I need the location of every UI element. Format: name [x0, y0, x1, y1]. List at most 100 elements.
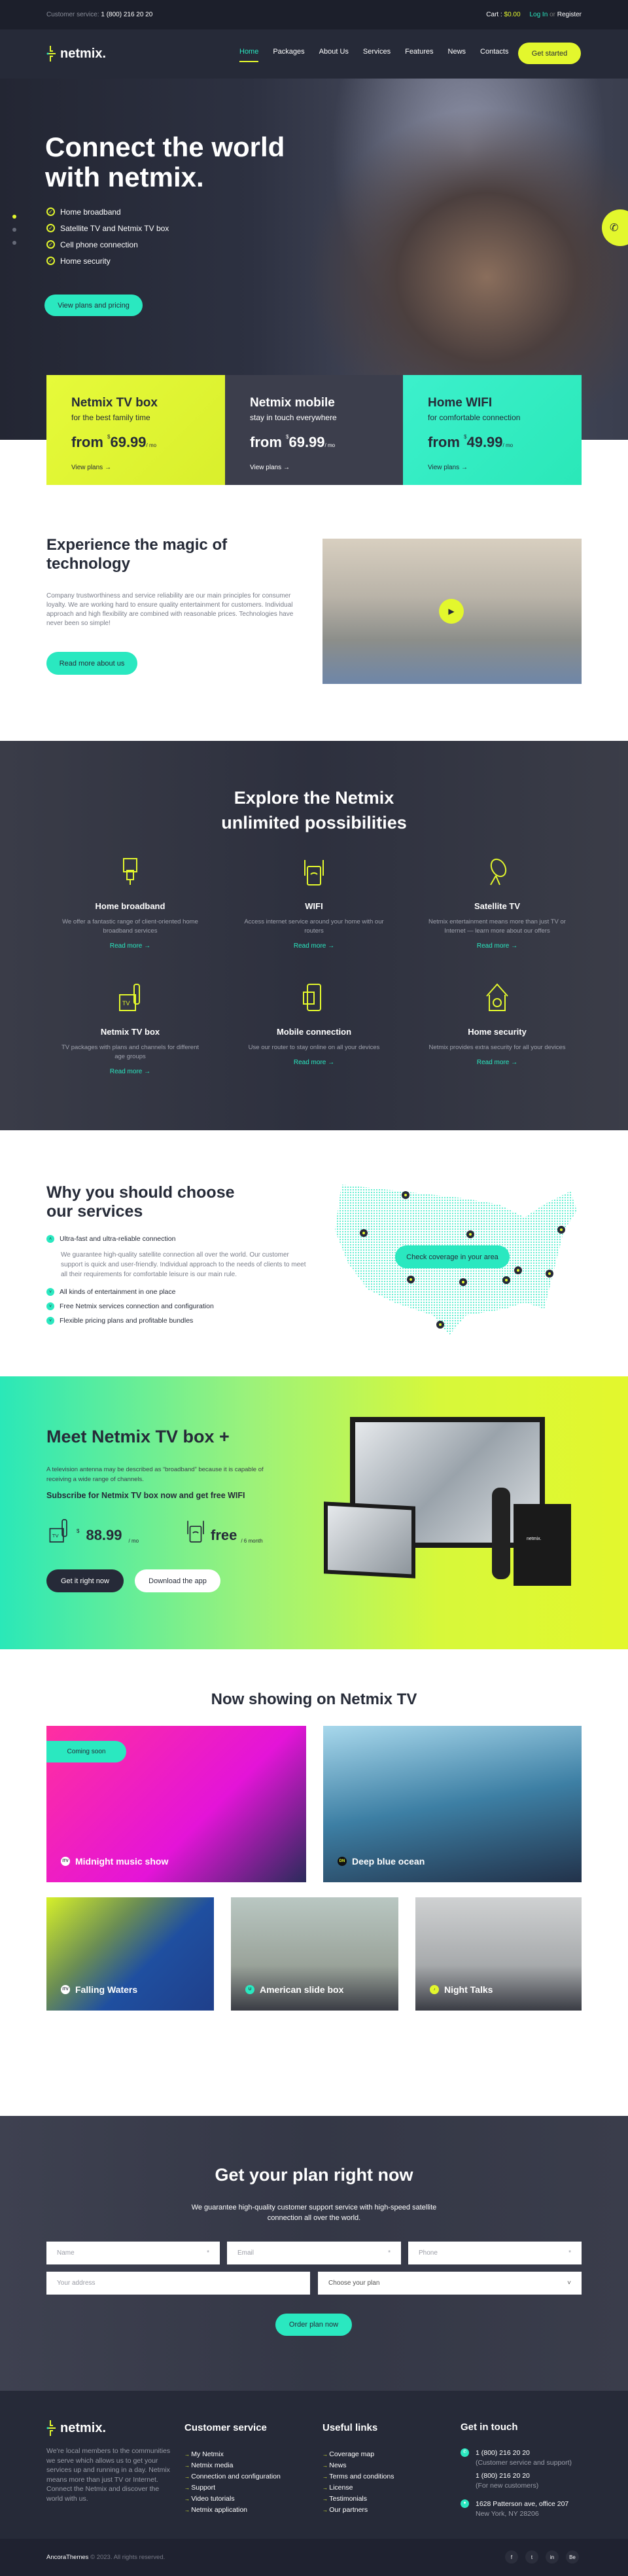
- nav-contacts[interactable]: Contacts: [480, 48, 508, 62]
- get-it-now-button[interactable]: Get it right now: [46, 1569, 124, 1592]
- about-video[interactable]: ▶: [323, 539, 582, 684]
- footer-link[interactable]: My Netmix: [184, 2450, 281, 2461]
- download-app-button[interactable]: Download the app: [135, 1569, 220, 1592]
- brand-link[interactable]: AncoraThemes: [46, 2554, 88, 2561]
- check-coverage-button[interactable]: Check coverage in your area: [395, 1245, 510, 1268]
- read-more-link[interactable]: Read more →: [425, 1059, 569, 1066]
- accordion-text: We guarantee high-quality satellite conn…: [61, 1251, 306, 1278]
- phone-link[interactable]: 1 (800) 216 20 20: [476, 2448, 572, 2459]
- coming-soon-badge: Coming soon: [46, 1741, 126, 1762]
- twitter-icon[interactable]: t: [525, 2550, 538, 2564]
- map-pin[interactable]: [459, 1278, 467, 1286]
- logo[interactable]: netmix.: [46, 45, 106, 62]
- plan-card-wifi[interactable]: Home WIFI for comfortable connection from…: [403, 375, 582, 485]
- map-pin[interactable]: [546, 1270, 553, 1278]
- service-title: Mobile connection: [276, 1027, 352, 1037]
- read-more-about-button[interactable]: Read more about us: [46, 652, 137, 675]
- accordion-item[interactable]: ˅ Free Netmix services connection and con…: [46, 1299, 308, 1314]
- show-card[interactable]: ♪ Night Talks: [415, 1897, 582, 2011]
- order-plan-button[interactable]: Order plan now: [275, 2314, 352, 2336]
- show-card[interactable]: DN Deep blue ocean: [323, 1726, 582, 1882]
- footer-link[interactable]: News: [323, 2461, 394, 2473]
- tv-box-icon: TV: [49, 1519, 67, 1543]
- footer-link[interactable]: License: [323, 2484, 394, 2495]
- footer-link[interactable]: Terms and conditions: [323, 2473, 394, 2484]
- footer-link[interactable]: Netmix application: [184, 2506, 281, 2517]
- footer-link[interactable]: Netmix media: [184, 2461, 281, 2473]
- email-input[interactable]: Email *: [227, 2242, 401, 2264]
- behance-icon[interactable]: Be: [566, 2550, 579, 2564]
- read-more-link[interactable]: Read more →: [58, 1068, 202, 1075]
- footer-link[interactable]: Our partners: [323, 2506, 394, 2517]
- map-pin[interactable]: [360, 1229, 368, 1237]
- cart-link[interactable]: $0.00: [504, 11, 521, 18]
- order-text: We guarantee high-quality customer suppo…: [191, 2204, 437, 2222]
- read-more-link[interactable]: Read more →: [58, 942, 202, 950]
- nav-services[interactable]: Services: [363, 48, 391, 62]
- map-pin[interactable]: [557, 1226, 565, 1234]
- plan-card-mobile[interactable]: Netmix mobile stay in touch everywhere fr…: [225, 375, 404, 485]
- service-phone-link[interactable]: 1 (800) 216 20 20: [101, 11, 152, 18]
- show-card[interactable]: U American slide box: [231, 1897, 398, 2011]
- login-link[interactable]: Log In: [529, 11, 548, 18]
- map-pin[interactable]: [514, 1266, 522, 1274]
- show-card[interactable]: Coming soon ITV Midnight music show: [46, 1726, 306, 1882]
- phone-input[interactable]: Phone *: [408, 2242, 582, 2264]
- view-plans-link[interactable]: View plans →: [71, 464, 200, 471]
- tvbox-text: A television antenna may be described as…: [46, 1466, 264, 1483]
- coverage-map: Check coverage in your area: [328, 1178, 581, 1338]
- map-pin[interactable]: [466, 1230, 474, 1238]
- slider-dot-active[interactable]: [12, 215, 16, 219]
- map-pin[interactable]: [407, 1276, 415, 1283]
- view-plans-link[interactable]: View plans →: [250, 464, 379, 471]
- footer-link[interactable]: Video tutorials: [184, 2495, 281, 2506]
- footer-logo[interactable]: netmix.: [46, 2420, 106, 2437]
- accordion-item-open[interactable]: ˄ Ultra-fast and ultra-reliable connectio…: [46, 1232, 308, 1246]
- read-more-link[interactable]: Read more →: [242, 942, 386, 950]
- plan-card-tv-box[interactable]: Netmix TV box for the best family time fr…: [46, 375, 225, 485]
- service-text: Use our router to stay online on all you…: [248, 1044, 380, 1051]
- name-input[interactable]: Name *: [46, 2242, 220, 2264]
- footer-link[interactable]: Connection and configuration: [184, 2473, 281, 2484]
- footer-link[interactable]: Testimonials: [323, 2495, 394, 2506]
- logo-icon: [46, 46, 56, 62]
- footer-link[interactable]: Coverage map: [323, 2450, 394, 2461]
- footer-link[interactable]: Support: [184, 2484, 281, 2495]
- nav-features[interactable]: Features: [405, 48, 433, 62]
- address-input[interactable]: Your address: [46, 2272, 310, 2295]
- read-more-link[interactable]: Read more →: [242, 1059, 386, 1066]
- facebook-icon[interactable]: f: [505, 2550, 518, 2564]
- hero-features: ✓ Home broadband ✓ Satellite TV and Netmix…: [46, 204, 169, 269]
- view-plans-link[interactable]: View plans →: [428, 464, 557, 471]
- mobile-wifi-icon: [303, 984, 321, 1011]
- view-plans-button[interactable]: View plans and pricing: [44, 295, 143, 316]
- get-started-button[interactable]: Get started: [518, 43, 581, 64]
- play-icon[interactable]: ▶: [439, 599, 464, 624]
- map-pin[interactable]: [402, 1191, 410, 1199]
- nav-news[interactable]: News: [448, 48, 466, 62]
- show-card[interactable]: ITV Falling Waters: [46, 1897, 214, 2011]
- tv-box-device: netmix.: [514, 1504, 571, 1586]
- plan-select[interactable]: Choose your plan ˅: [318, 2272, 582, 2295]
- contact-column: Get in touch ✆ 1 (800) 216 20 20 (Customer…: [461, 2422, 572, 2518]
- map-pin[interactable]: [502, 1276, 510, 1284]
- slider-dot[interactable]: [12, 241, 16, 245]
- nav-home[interactable]: Home: [239, 48, 259, 62]
- customer-service: Customer service: 1 (800) 216 20 20: [46, 11, 153, 18]
- service-title: Netmix TV box: [100, 1027, 160, 1037]
- phone-link[interactable]: 1 (800) 216 20 20: [476, 2471, 572, 2482]
- accordion-item[interactable]: ˅ All kinds of entertainment in one place: [46, 1285, 308, 1299]
- service-item: Satellite TV Netmix entertainment means m…: [425, 857, 569, 950]
- hero-feature: ✓ Cell phone connection: [46, 236, 169, 253]
- nav-packages[interactable]: Packages: [273, 48, 304, 62]
- linkedin-icon[interactable]: in: [546, 2550, 559, 2564]
- map-pin[interactable]: [436, 1321, 444, 1329]
- nav-about[interactable]: About Us: [319, 48, 349, 62]
- hero-feature: ✓ Home security: [46, 253, 169, 269]
- channel-logo-icon: ♪: [430, 1985, 439, 1994]
- slider-dot[interactable]: [12, 228, 16, 232]
- read-more-link[interactable]: Read more →: [425, 942, 569, 950]
- register-link[interactable]: Register: [557, 11, 582, 18]
- showing-title: Now showing on Netmix TV: [211, 1690, 417, 1708]
- accordion-item[interactable]: ˅ Flexible pricing plans and profitable b…: [46, 1314, 308, 1328]
